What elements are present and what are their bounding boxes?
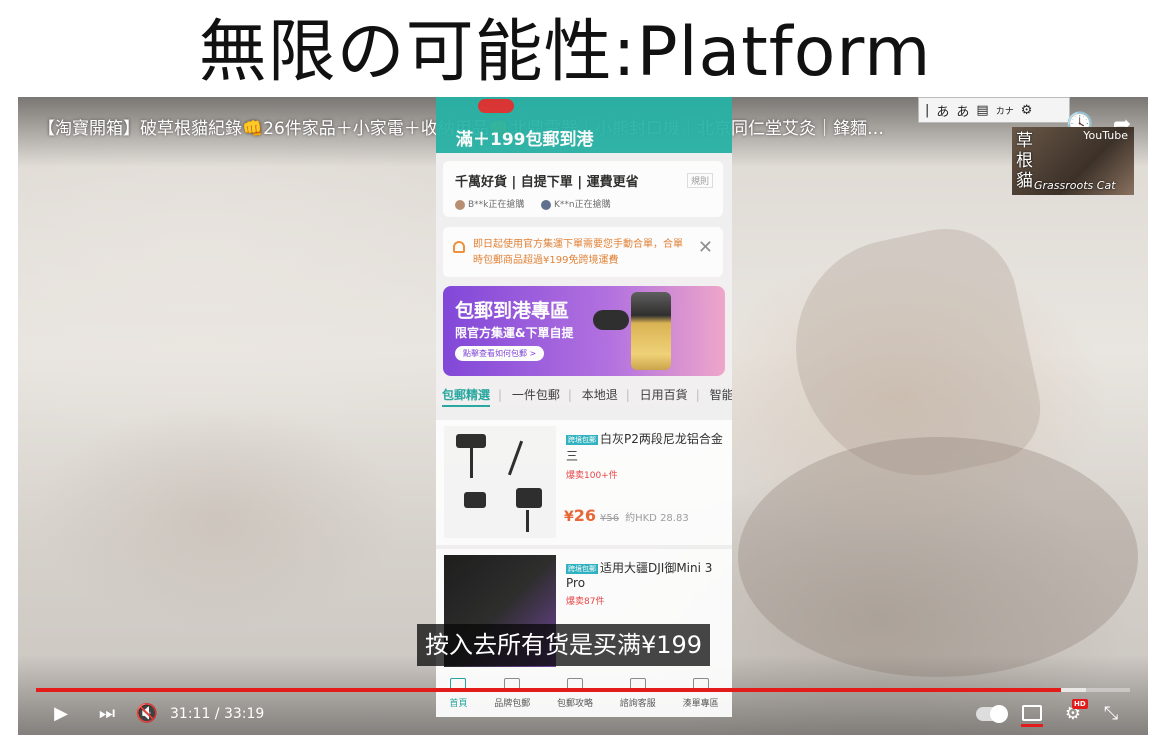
massage-gun-image: [593, 310, 629, 330]
promo-banner-subtitle: 限官方集運&下單自提: [455, 326, 574, 340]
player-controls: ▶ ⏭ 🔇 31:11 / 33:19 ⚙ HD ⤡: [18, 699, 1148, 729]
tripod-image-3: [507, 440, 524, 476]
promo-banner-link[interactable]: 點擊查看如何包郵 >: [455, 346, 545, 361]
channel-logo-yt: YouTube: [1083, 129, 1128, 142]
tab-free-shipping-picks[interactable]: 包郵精選: [442, 386, 491, 407]
category-tabs: 包郵精選 | 一件包郵 | 本地退 | 日用百貨 | 智能: [436, 386, 732, 414]
time-display: 31:11 / 33:19: [170, 706, 265, 722]
product-info: 跨境包郵 白灰P2两段尼龙铝合金三 爆卖100+件: [566, 430, 726, 481]
tripod-image-2: [470, 448, 473, 478]
notice-text: 即日起使用官方集運下單需要您手動合單，合單時包郵商品超過¥199免跨境運費: [473, 239, 683, 266]
mute-icon[interactable]: 🔇: [132, 699, 162, 729]
tab-daily-goods[interactable]: 日用百貨: [640, 386, 688, 403]
subtitle-caption: 按入去所有货是买满¥199: [417, 624, 711, 666]
price-currency: ¥: [564, 509, 574, 525]
ime-item-clipboard-icon[interactable]: ▤: [976, 103, 988, 118]
sales-count: 爆卖87件: [566, 597, 605, 607]
price-hkd: 約HKD 28.83: [625, 513, 689, 524]
tripod-image-6: [526, 510, 529, 532]
tab-separator: |: [498, 388, 503, 402]
buyer-ticker-2: K**n正在搶購: [541, 197, 611, 210]
product-price: ¥26 ¥56 約HKD 28.83: [564, 506, 689, 525]
phone-header: 滿＋199包郵到港: [436, 97, 732, 153]
captions-active-indicator: [1021, 724, 1043, 727]
hd-badge: HD: [1072, 699, 1088, 709]
tab-single-item[interactable]: 一件包郵: [512, 386, 560, 403]
kettle-image: [631, 292, 671, 370]
notice-card: 即日起使用官方集運下單需要您手動合單，合單時包郵商品超過¥199免跨境運費 ✕: [443, 227, 723, 277]
progress-played: [36, 688, 1062, 692]
product-title: 跨境包郵 适用大疆DJI御Mini 3 Pro: [566, 559, 726, 590]
recording-dot-icon: [478, 99, 514, 113]
ime-divider-icon: |: [925, 102, 930, 118]
promo-banner-title: 包郵到港專區: [455, 300, 570, 322]
tab-separator: |: [625, 388, 630, 402]
cross-border-tag: 跨境包郵: [566, 563, 598, 574]
captions-icon[interactable]: [1022, 705, 1042, 721]
tab-separator: |: [567, 388, 572, 402]
video-player[interactable]: 【淘寶開箱】破草根貓紀錄👊26件家品＋小家電＋收納用品👊北鼎電器｜小熊封口機｜北…: [18, 97, 1148, 735]
cross-border-tag: 跨境包郵: [566, 434, 598, 445]
avatar: [455, 199, 465, 210]
buyer-ticker-1-text: B**k正在搶購: [468, 200, 525, 210]
channel-logo-brand: Grassroots Cat: [1034, 179, 1116, 192]
tripod-image-5: [516, 488, 542, 508]
product-title: 跨境包郵 白灰P2两段尼龙铝合金三: [566, 430, 726, 464]
rules-link[interactable]: 規則: [686, 173, 713, 188]
promo-banner[interactable]: 包郵到港專區 限官方集運&下單自提 點擊查看如何包郵 >: [443, 286, 725, 376]
play-icon[interactable]: ▶: [46, 699, 76, 729]
slide-title: 無限の可能性:Platform: [198, 13, 932, 92]
price-value: 26: [573, 506, 597, 525]
shipping-card-title: 千萬好貨 | 自提下單 | 運費更省: [455, 175, 639, 190]
product-row[interactable]: 跨境包郵 白灰P2两段尼龙铝合金三 爆卖100+件 ¥26 ¥56 約HKD 28.8…: [436, 420, 732, 545]
bell-icon: [453, 241, 465, 253]
video-background-cat-head: [738, 437, 1138, 677]
buyer-ticker-2-text: K**n正在搶購: [554, 200, 611, 210]
next-icon[interactable]: ⏭: [92, 699, 122, 729]
tab-separator: |: [695, 388, 700, 402]
exit-fullscreen-icon[interactable]: ⤡: [1096, 699, 1126, 729]
sales-count: 爆卖100+件: [566, 471, 618, 481]
ime-item-hiragana[interactable]: あ: [936, 101, 949, 120]
ime-item-dictionary[interactable]: あ: [956, 101, 969, 120]
autoplay-toggle[interactable]: [976, 705, 1008, 723]
original-price: ¥56: [600, 513, 620, 524]
tripod-image-1: [456, 434, 486, 448]
tab-local-return[interactable]: 本地退: [582, 386, 618, 403]
tab-smart[interactable]: 智能: [710, 386, 732, 403]
buyer-ticker-1: B**k正在搶購: [455, 197, 524, 210]
channel-logo[interactable]: 草根貓 YouTube Grassroots Cat: [1012, 127, 1134, 195]
shipping-card: 千萬好貨 | 自提下單 | 運費更省 規則 B**k正在搶購 K**n正在搶購: [443, 161, 723, 217]
progress-bar[interactable]: [36, 688, 1130, 692]
avatar: [541, 199, 551, 210]
ime-item-kana[interactable]: カナ: [996, 104, 1014, 117]
tripod-image-4: [464, 492, 486, 508]
close-icon[interactable]: ✕: [698, 239, 713, 257]
product-image-tripod: [444, 426, 556, 538]
phone-header-text: 滿＋199包郵到港: [456, 130, 594, 150]
product-info: 跨境包郵 适用大疆DJI御Mini 3 Pro 爆卖87件: [566, 559, 726, 607]
